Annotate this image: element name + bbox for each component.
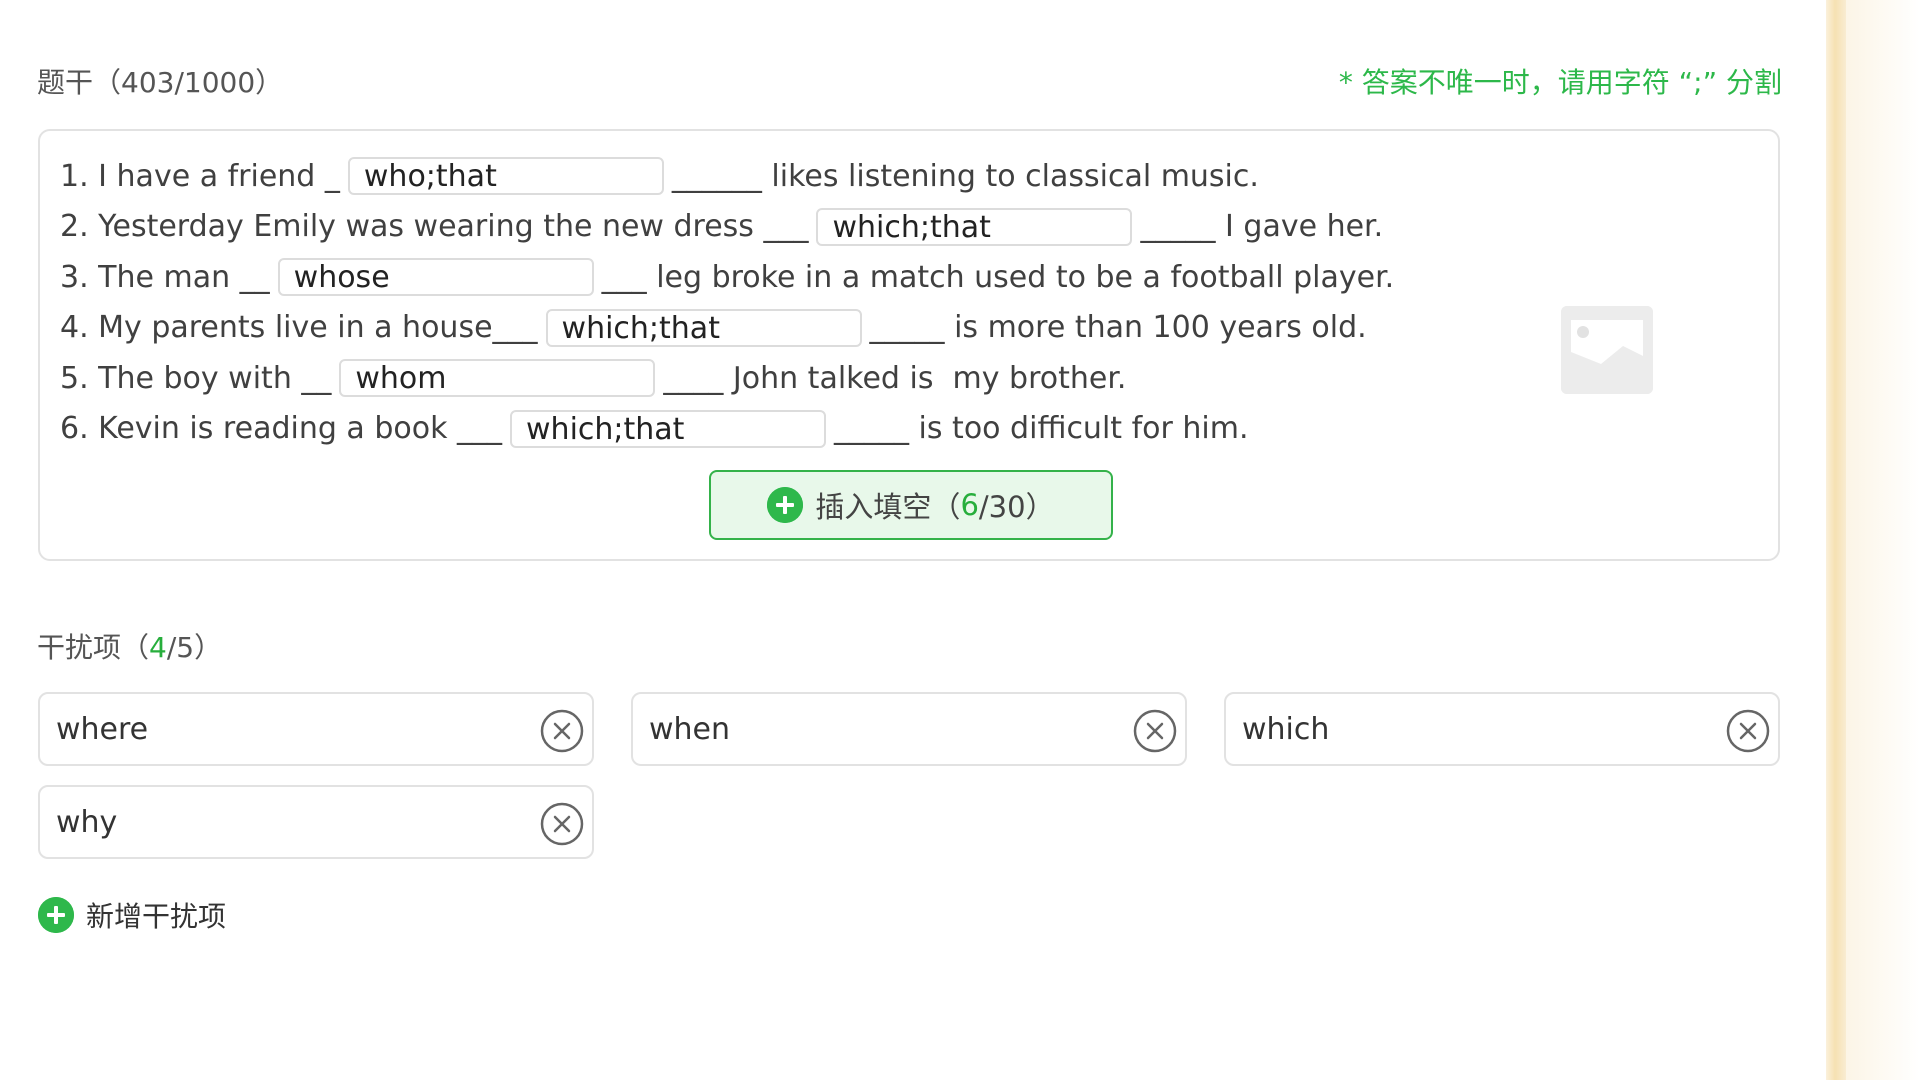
distractor-item[interactable]: why bbox=[38, 785, 594, 859]
stem-line-4: 4. My parents live in a house___ which;t… bbox=[60, 303, 1394, 354]
insert-blank-count: 6 bbox=[960, 488, 979, 522]
blank-answer-input[interactable]: which;that bbox=[545, 308, 862, 347]
answer-hint: * 答案不唯一时，请用字符 “;” 分割 bbox=[1338, 66, 1782, 99]
stem-line-3: 3. The man __ whose ___ leg broke in a m… bbox=[60, 252, 1394, 303]
distractor-value: why bbox=[56, 804, 118, 840]
stem-editor[interactable]: 1. I have a friend _ who;that ______ lik… bbox=[38, 129, 1780, 561]
stem-label: 题干 bbox=[37, 66, 94, 99]
stem-line-prefix: 5. The boy with __ bbox=[60, 360, 332, 396]
stem-line-2: 2. Yesterday Emily was wearing the new d… bbox=[60, 202, 1394, 253]
stem-line-prefix: 2. Yesterday Emily was wearing the new d… bbox=[60, 209, 809, 245]
close-circle-icon[interactable] bbox=[540, 802, 584, 846]
add-distractor-button[interactable]: 新增干扰项 bbox=[38, 895, 226, 935]
stem-line-suffix: _____ is more than 100 years old. bbox=[869, 310, 1367, 346]
distractors-count: 4 bbox=[149, 631, 167, 664]
stem-line-1: 1. I have a friend _ who;that ______ lik… bbox=[60, 151, 1394, 202]
distractors-label: 干扰项（ bbox=[37, 631, 150, 664]
blank-answer-input[interactable]: who;that bbox=[347, 157, 664, 196]
blank-answer-input[interactable]: whom bbox=[339, 359, 656, 398]
distractor-item[interactable]: when bbox=[631, 692, 1187, 766]
distractors-header: 干扰项（4/5） bbox=[37, 626, 222, 666]
distractor-item[interactable]: where bbox=[38, 692, 594, 766]
plus-circle-icon bbox=[767, 487, 804, 523]
close-circle-icon[interactable] bbox=[1133, 709, 1177, 753]
stem-line-suffix: _____ is too difficult for him. bbox=[834, 411, 1249, 447]
stem-line-suffix: ___ leg broke in a match used to be a fo… bbox=[601, 259, 1395, 295]
stem-line-6: 6. Kevin is reading a book ___ which;tha… bbox=[60, 404, 1394, 455]
stem-line-suffix: ____ John talked is my brother. bbox=[663, 360, 1127, 396]
decorative-side-glow bbox=[1846, 0, 1920, 1080]
stem-count: （403/1000） bbox=[93, 66, 284, 99]
stem-line-suffix: _____ I gave her. bbox=[1140, 209, 1384, 245]
close-circle-icon[interactable] bbox=[1726, 709, 1770, 753]
close-circle-icon[interactable] bbox=[540, 709, 584, 753]
stem-line-prefix: 4. My parents live in a house___ bbox=[60, 310, 538, 346]
distractor-value: which bbox=[1242, 711, 1330, 747]
blank-answer-input[interactable]: which;that bbox=[510, 409, 827, 448]
page: 题干（403/1000） * 答案不唯一时，请用字符 “;” 分割 1. I h… bbox=[0, 0, 1920, 1080]
stem-header: 题干（403/1000） bbox=[37, 61, 283, 101]
insert-blank-label: 插入填空（ bbox=[815, 490, 961, 524]
distractor-value: where bbox=[56, 711, 149, 747]
insert-blank-button[interactable]: 插入填空（ 6/30） bbox=[709, 470, 1113, 540]
distractor-item[interactable]: which bbox=[1224, 692, 1780, 766]
insert-blank-total: /30） bbox=[978, 490, 1055, 524]
distractors-total: /5） bbox=[166, 631, 223, 664]
blank-answer-input[interactable]: which;that bbox=[816, 207, 1133, 246]
stem-lines: 1. I have a friend _ who;that ______ lik… bbox=[60, 151, 1394, 454]
stem-line-prefix: 1. I have a friend _ bbox=[60, 158, 340, 194]
stem-line-suffix: ______ likes listening to classical musi… bbox=[671, 158, 1259, 194]
image-placeholder-icon[interactable] bbox=[1561, 306, 1653, 394]
stem-line-prefix: 3. The man __ bbox=[60, 259, 270, 295]
add-distractor-label: 新增干扰项 bbox=[86, 900, 227, 933]
plus-circle-icon bbox=[38, 897, 74, 933]
decorative-side-strip bbox=[1826, 0, 1846, 1080]
distractor-value: when bbox=[649, 711, 731, 747]
stem-line-5: 5. The boy with __ whom ____ John talked… bbox=[60, 353, 1394, 404]
stem-line-prefix: 6. Kevin is reading a book ___ bbox=[60, 411, 503, 447]
blank-answer-input[interactable]: whose bbox=[277, 258, 594, 297]
